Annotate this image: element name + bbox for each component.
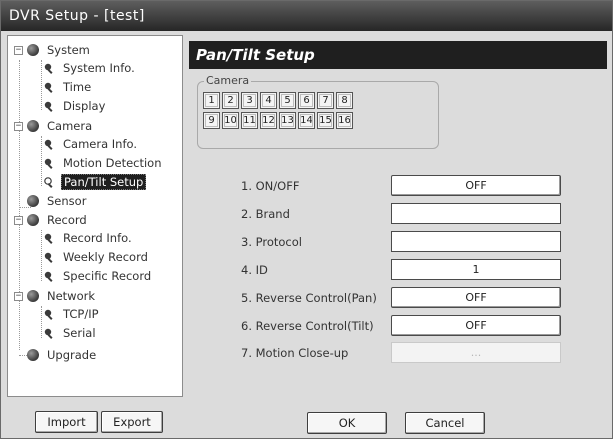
wrench-icon — [43, 157, 55, 169]
collapse-icon[interactable]: − — [14, 215, 23, 225]
settings-tree: − System System Info. Time Display − Cam… — [7, 35, 183, 397]
tree-item-label: Pan/Tilt Setup — [61, 174, 147, 190]
camera-button-5[interactable]: 5 — [279, 92, 296, 109]
category-sphere-icon — [27, 349, 39, 361]
title-bar: DVR Setup - [test] — [1, 1, 612, 31]
import-button[interactable]: Import — [35, 411, 98, 433]
tree-item-label: System Info. — [63, 61, 135, 75]
collapse-icon[interactable]: − — [14, 121, 23, 131]
ok-button[interactable]: OK — [307, 412, 387, 434]
category-sphere-icon — [27, 195, 39, 207]
tree-node-label: Upgrade — [47, 348, 97, 362]
camera-button-10[interactable]: 10 — [222, 112, 239, 129]
tree-item-label: Serial — [63, 326, 96, 340]
motion-close-up-field: ... — [391, 342, 561, 363]
camera-button-16[interactable]: 16 — [336, 112, 353, 129]
tree-item-label: Time — [63, 80, 92, 94]
tree-item-system-info[interactable]: System Info. — [43, 60, 137, 76]
tree-item-label: Specific Record — [63, 269, 152, 283]
brand-label: 2. Brand — [241, 207, 290, 221]
panel-header: Pan/Tilt Setup — [189, 41, 607, 69]
on-off-toggle[interactable]: OFF — [391, 175, 561, 196]
tree-node-label: Record — [47, 213, 87, 227]
wrench-icon — [43, 62, 55, 74]
cancel-button[interactable]: Cancel — [405, 412, 485, 434]
tree-node-label: Network — [47, 289, 96, 303]
wrench-icon — [43, 308, 55, 320]
camera-button-13[interactable]: 13 — [279, 112, 296, 129]
wrench-icon — [43, 327, 55, 339]
tree-item-record-info[interactable]: Record Info. — [43, 230, 134, 246]
camera-button-14[interactable]: 14 — [298, 112, 315, 129]
category-sphere-icon — [27, 44, 39, 56]
tree-item-weekly-record[interactable]: Weekly Record — [43, 249, 150, 265]
tree-item-label: Display — [63, 99, 106, 113]
camera-button-12[interactable]: 12 — [260, 112, 277, 129]
tree-item-pan-tilt-setup[interactable]: Pan/Tilt Setup — [43, 174, 147, 190]
tree-item-serial[interactable]: Serial — [43, 325, 98, 341]
camera-button-8[interactable]: 8 — [336, 92, 353, 109]
motion-close-up-label: 7. Motion Close-up — [241, 346, 349, 360]
tree-node-label: System — [47, 43, 90, 57]
tree-item-camera-info[interactable]: Camera Info. — [43, 136, 139, 152]
tree-node-camera[interactable]: − Camera — [14, 118, 94, 134]
tree-item-label: Camera Info. — [63, 137, 138, 151]
id-label: 4. ID — [241, 263, 268, 277]
wrench-icon — [43, 270, 55, 282]
collapse-icon[interactable]: − — [14, 45, 23, 55]
tree-item-specific-record[interactable]: Specific Record — [43, 268, 153, 284]
tree-node-sensor[interactable]: Sensor — [27, 193, 88, 209]
tree-node-record[interactable]: − Record — [14, 212, 89, 228]
wrench-icon — [43, 232, 55, 244]
tree-item-display[interactable]: Display — [43, 98, 107, 114]
camera-button-1[interactable]: 1 — [203, 92, 220, 109]
tree-item-label: TCP/IP — [63, 307, 99, 321]
tree-node-label: Camera — [47, 119, 93, 133]
camera-group-label: Camera — [204, 74, 252, 87]
tree-item-label: Motion Detection — [63, 156, 162, 170]
reverse-tilt-label: 6. Reverse Control(Tilt) — [241, 319, 374, 333]
wrench-icon — [43, 138, 55, 150]
reverse-pan-label: 5. Reverse Control(Pan) — [241, 291, 377, 305]
pan-tilt-panel: Pan/Tilt Setup Camera 1 2 3 4 5 6 7 8 9 … — [189, 41, 607, 397]
camera-button-15[interactable]: 15 — [317, 112, 334, 129]
reverse-pan-toggle[interactable]: OFF — [391, 287, 561, 308]
protocol-label: 3. Protocol — [241, 235, 302, 249]
tree-item-motion-detection[interactable]: Motion Detection — [43, 155, 164, 171]
tree-item-time[interactable]: Time — [43, 79, 93, 95]
brand-field[interactable] — [391, 203, 561, 224]
camera-button-6[interactable]: 6 — [298, 92, 315, 109]
tree-item-label: Record Info. — [63, 231, 132, 245]
camera-button-9[interactable]: 9 — [203, 112, 220, 129]
dvr-setup-window: DVR Setup - [test] − System System Info.… — [0, 0, 613, 439]
category-sphere-icon — [27, 120, 39, 132]
camera-button-11[interactable]: 11 — [241, 112, 258, 129]
camera-selector-group: Camera 1 2 3 4 5 6 7 8 9 10 11 12 13 14 … — [197, 74, 439, 149]
tree-node-label: Sensor — [47, 194, 87, 208]
wrench-icon — [43, 81, 55, 93]
id-field[interactable]: 1 — [391, 259, 561, 280]
wrench-icon — [43, 176, 55, 188]
camera-button-4[interactable]: 4 — [260, 92, 277, 109]
category-sphere-icon — [27, 214, 39, 226]
window-title: DVR Setup - [test] — [9, 8, 145, 24]
tree-node-upgrade[interactable]: Upgrade — [27, 347, 98, 363]
reverse-tilt-toggle[interactable]: OFF — [391, 315, 561, 336]
tree-node-system[interactable]: − System — [14, 42, 92, 58]
panel-title: Pan/Tilt Setup — [196, 46, 315, 64]
wrench-icon — [43, 100, 55, 112]
collapse-icon[interactable]: − — [14, 291, 23, 301]
tree-item-label: Weekly Record — [63, 250, 148, 264]
category-sphere-icon — [27, 290, 39, 302]
protocol-field[interactable] — [391, 231, 561, 252]
export-button[interactable]: Export — [101, 411, 163, 433]
camera-button-7[interactable]: 7 — [317, 92, 334, 109]
on-off-label: 1. ON/OFF — [241, 179, 300, 193]
tree-item-tcp-ip[interactable]: TCP/IP — [43, 306, 101, 322]
camera-button-2[interactable]: 2 — [222, 92, 239, 109]
camera-button-3[interactable]: 3 — [241, 92, 258, 109]
tree-node-network[interactable]: − Network — [14, 288, 97, 304]
wrench-icon — [43, 251, 55, 263]
